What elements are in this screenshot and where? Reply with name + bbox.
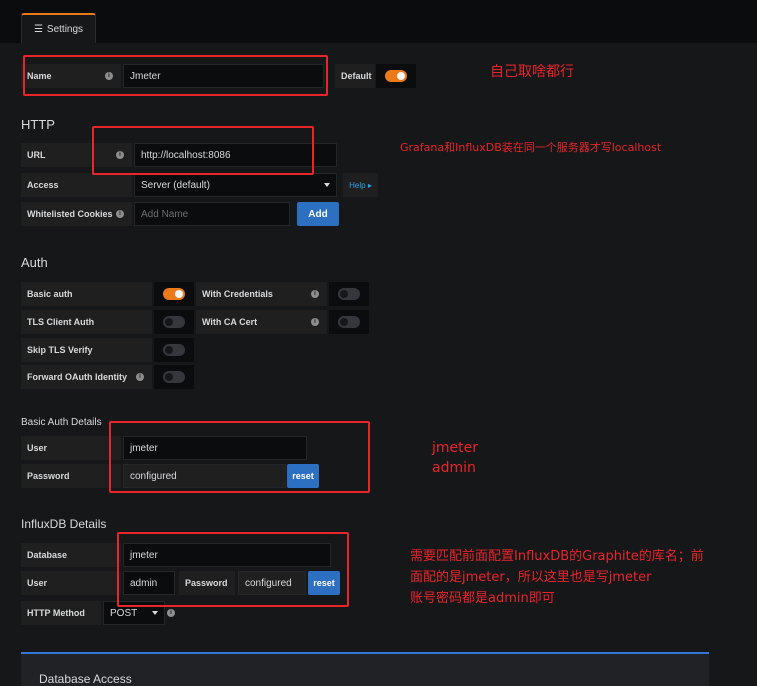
method-info: i bbox=[165, 607, 177, 619]
influxdb-details-title: InfluxDB Details bbox=[21, 517, 107, 531]
basic-auth-details-title: Basic Auth Details bbox=[21, 417, 102, 428]
cookie-name-input[interactable]: Add Name bbox=[134, 202, 290, 226]
chevron-down-icon bbox=[152, 611, 158, 615]
tls-client-auth-label: TLS Client Auth bbox=[21, 310, 152, 334]
with-credentials-switch[interactable] bbox=[338, 288, 360, 300]
annotation-text-db-1: 需要匹配前面配置InfluxDB的Graphite的库名；前 bbox=[410, 549, 704, 564]
basic-auth-switch[interactable] bbox=[163, 288, 185, 300]
with-ca-cert-label: With CA Cert i bbox=[196, 310, 327, 334]
tls-client-auth-toggle[interactable] bbox=[154, 310, 194, 334]
http-method-label: HTTP Method bbox=[21, 601, 101, 625]
tab-settings[interactable]: ☰ Settings bbox=[21, 13, 96, 43]
with-ca-cert-switch[interactable] bbox=[338, 316, 360, 328]
annotation-text-db-3: 账号密码都是admin即可 bbox=[410, 591, 555, 606]
info-icon[interactable]: i bbox=[311, 290, 319, 298]
skip-tls-verify-label: Skip TLS Verify bbox=[21, 338, 152, 362]
with-ca-cert-toggle[interactable] bbox=[329, 310, 369, 334]
annotation-box-influxdb bbox=[117, 532, 349, 607]
http-method-value: POST bbox=[110, 607, 138, 619]
default-label: Default bbox=[335, 64, 375, 88]
auth-section-title: Auth bbox=[21, 255, 48, 270]
forward-oauth-text: Forward OAuth Identity bbox=[27, 372, 127, 382]
forward-oauth-toggle[interactable] bbox=[154, 365, 194, 389]
basic-password-label: Password bbox=[21, 464, 121, 488]
with-credentials-toggle[interactable] bbox=[329, 282, 369, 306]
with-credentials-label: With Credentials i bbox=[196, 282, 327, 306]
basic-auth-label: Basic auth bbox=[21, 282, 152, 306]
default-switch[interactable] bbox=[385, 70, 407, 82]
annotation-text-password: admin bbox=[432, 460, 476, 476]
database-access-title: Database Access bbox=[39, 672, 132, 686]
basic-auth-toggle[interactable] bbox=[154, 282, 194, 306]
url-label-text: URL bbox=[27, 150, 46, 160]
influx-user-label: User bbox=[21, 571, 121, 595]
annotation-box-name bbox=[23, 55, 328, 96]
annotation-text-name: 自己取啥都行 bbox=[490, 64, 574, 80]
forward-oauth-switch[interactable] bbox=[163, 371, 185, 383]
tab-settings-label: Settings bbox=[46, 23, 84, 35]
whitelisted-cookies-label: Whitelisted Cookies i bbox=[21, 202, 132, 226]
annotation-text-url: Grafana和InfluxDB装在同一个服务器才写localhost bbox=[400, 141, 662, 154]
default-toggle[interactable] bbox=[376, 64, 416, 88]
annotation-box-basic-auth bbox=[109, 421, 370, 493]
info-icon[interactable]: i bbox=[167, 609, 175, 617]
annotation-box-url bbox=[92, 126, 314, 175]
access-select-value: Server (default) bbox=[141, 179, 210, 191]
info-icon[interactable]: i bbox=[136, 373, 144, 381]
database-label: Database bbox=[21, 543, 121, 567]
tls-client-auth-switch[interactable] bbox=[163, 316, 185, 328]
access-select[interactable]: Server (default) bbox=[134, 173, 337, 197]
add-cookie-button[interactable]: Add bbox=[297, 202, 339, 226]
with-ca-cert-text: With CA Cert bbox=[202, 317, 258, 327]
with-credentials-text: With Credentials bbox=[202, 289, 273, 299]
database-access-section: Database Access bbox=[21, 652, 709, 686]
forward-oauth-label: Forward OAuth Identity i bbox=[21, 365, 152, 389]
help-button[interactable]: Help ▸ bbox=[343, 173, 378, 197]
annotation-text-user: jmeter bbox=[432, 440, 478, 456]
settings-sliders-icon: ☰ bbox=[33, 23, 43, 35]
info-icon[interactable]: i bbox=[311, 318, 319, 326]
annotation-text-db-2: 面配的是jmeter，所以这里也是写jmeter bbox=[410, 570, 652, 585]
info-icon[interactable]: i bbox=[116, 210, 124, 218]
tab-bar bbox=[0, 0, 757, 43]
skip-tls-verify-toggle[interactable] bbox=[154, 338, 194, 362]
http-section-title: HTTP bbox=[21, 117, 55, 132]
skip-tls-verify-switch[interactable] bbox=[163, 344, 185, 356]
cookies-label-text: Whitelisted Cookies bbox=[27, 209, 113, 219]
basic-user-label: User bbox=[21, 436, 121, 460]
access-label: Access bbox=[21, 173, 132, 197]
chevron-down-icon bbox=[324, 183, 330, 187]
